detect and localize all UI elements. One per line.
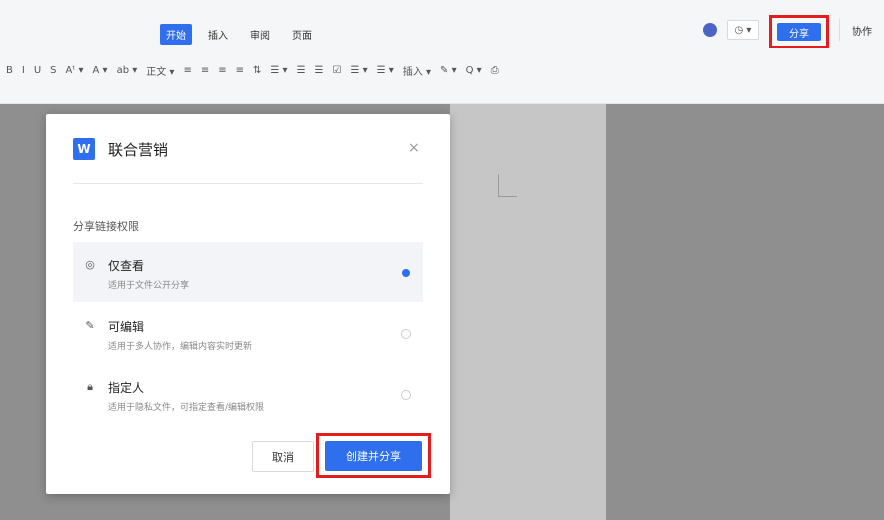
formatting-toolbar: B I U S Aᵗ ▾ A ▾ ab ▾ 正文 ▾ ≡ ≡ ≡ ≡ ⇅ ☰ ▾ ☰ ☰ ☑ ☰ ▾ ☰ ▾ 插入 ▾… [0,48,884,104]
toolbar-button[interactable]: ab ▾ [117,65,138,76]
wps-logo-icon: W [73,138,95,160]
toolbar-button[interactable]: ⇅ [253,65,261,76]
pencil-icon: ✎ [85,319,95,332]
option-desc: 适用于多人协作，编辑内容实时更新 [108,342,253,352]
option-desc: 适用于文件公开分享 [108,281,190,291]
divider [73,183,423,184]
toolbar-button[interactable]: 插入 ▾ [403,63,431,78]
toolbar-row: B I U S Aᵗ ▾ A ▾ ab ▾ 正文 ▾ ≡ ≡ ≡ ≡ ⇅ ☰ ▾ ☰ ☰ ☑ ☰ ▾ ☰ ▾ 插入 ▾… [6,63,499,78]
toolbar-button[interactable]: ☑ [333,65,342,76]
option-title: 指定人 [108,381,145,395]
share-dialog: W 联合营销 × 分享链接权限 ◎ 仅查看 适用于文件公开分享 ✎ 可编辑 适用… [46,114,450,494]
option-title: 仅查看 [108,259,145,273]
toolbar-button[interactable]: ✎ ▾ [440,65,457,76]
toolbar-button[interactable]: ≡ [236,65,244,76]
toolbar-button[interactable]: ☰ [297,65,306,76]
header-right-tools: ◷ ▾ 分享 协作 [703,15,884,49]
toolbar-button[interactable]: A ▾ [93,65,108,76]
collab-button[interactable]: 协作 [839,19,884,41]
option-specified-people[interactable]: 🔒︎ 指定人 适用于隐私文件，可指定查看/编辑权限 [73,364,423,424]
toolbar-button[interactable]: I [22,65,25,76]
dialog-title: 联合营销 [108,141,169,159]
text-cursor-mark [498,174,517,197]
toolbar-button[interactable]: ☰ ▾ [270,65,287,76]
toolbar-button[interactable]: ☰ [315,65,324,76]
toolbar-button[interactable]: Q ▾ [466,65,482,76]
share-button[interactable]: 分享 [777,23,821,41]
radio-selected[interactable] [402,269,410,277]
eye-icon: ◎ [85,258,95,271]
option-view-only[interactable]: ◎ 仅查看 适用于文件公开分享 [73,242,423,302]
tab-start[interactable]: 开始 [160,24,192,45]
option-editable[interactable]: ✎ 可编辑 适用于多人协作，编辑内容实时更新 [73,303,423,363]
confirm-highlight-box: 创建并分享 [316,433,431,478]
radio-unselected[interactable] [401,329,411,339]
toolbar-button[interactable]: ≡ [218,65,226,76]
toolbar-button[interactable]: Aᵗ ▾ [66,65,84,76]
section-label: 分享链接权限 [73,220,139,233]
tab-review[interactable]: 审阅 [244,24,276,45]
toolbar-button[interactable]: ☰ ▾ [377,65,394,76]
document-page[interactable] [450,104,606,520]
option-title: 可编辑 [108,320,145,334]
toolbar-button[interactable]: ≡ [201,65,209,76]
toolbar-button[interactable]: 正文 ▾ [146,63,174,78]
toolbar-button[interactable]: S [50,65,56,76]
toolbar-button[interactable]: ☰ ▾ [350,65,367,76]
radio-unselected[interactable] [401,390,411,400]
tab-page[interactable]: 页面 [286,24,318,45]
option-desc: 适用于隐私文件，可指定查看/编辑权限 [108,403,265,413]
avatar[interactable] [703,23,717,37]
toolbar-button[interactable]: U [34,65,41,76]
menu-tabs: 开始 插入 审阅 页面 [160,24,318,45]
cancel-button[interactable]: 取消 [252,441,314,472]
toolbar-button[interactable]: ⎙ [491,65,499,76]
lock-icon: 🔒︎ [87,380,93,393]
history-button[interactable]: ◷ ▾ [727,20,759,40]
create-and-share-button[interactable]: 创建并分享 [325,440,422,471]
tab-insert[interactable]: 插入 [202,24,234,45]
close-icon[interactable]: × [408,140,420,156]
toolbar-button[interactable]: B [6,65,13,76]
share-highlight-box: 分享 [769,15,829,49]
toolbar-button[interactable]: ≡ [183,65,191,76]
top-bar: 开始 插入 审阅 页面 ◷ ▾ 分享 协作 [0,0,884,49]
